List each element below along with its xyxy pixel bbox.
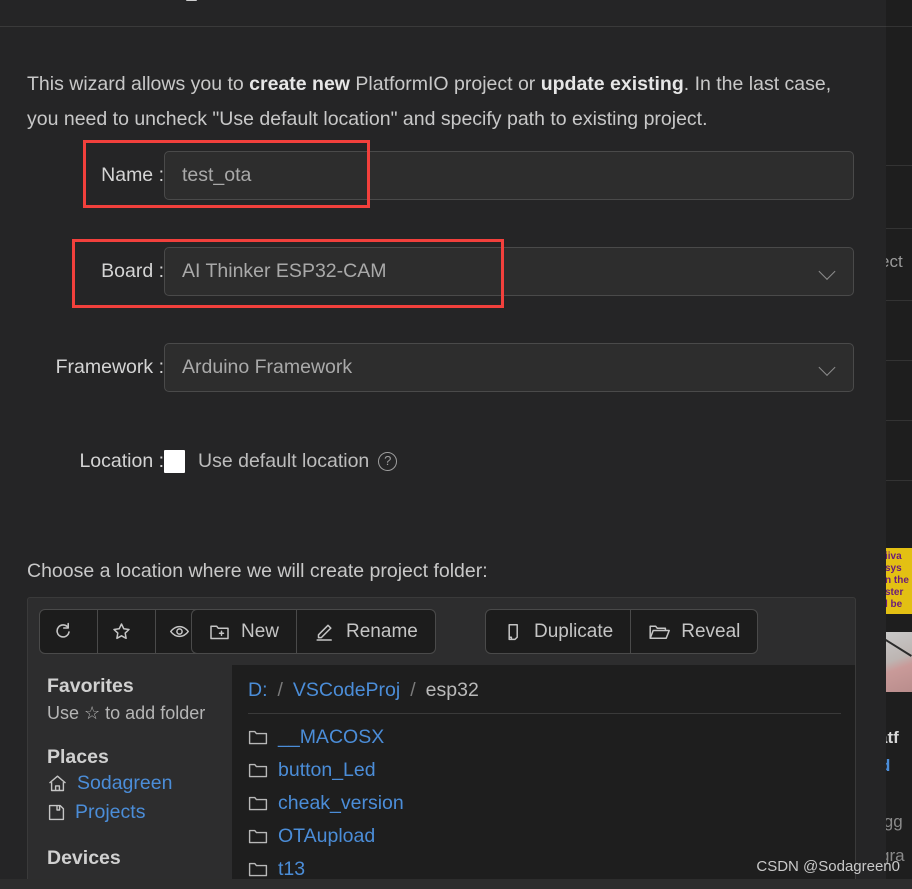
list-item-label: cheak_version (278, 792, 404, 814)
breadcrumb-item-drive[interactable]: D: (248, 679, 268, 702)
bg-divider (882, 165, 912, 166)
new-folder-button[interactable]: New (192, 610, 298, 653)
bg-warning-line: l be (885, 599, 903, 610)
bg-divider (882, 480, 912, 481)
rename-button[interactable]: Rename (297, 610, 435, 653)
framework-label: Framework : (55, 356, 164, 378)
new-label: New (241, 620, 280, 642)
bg-warning-line: iiva (885, 551, 902, 562)
board-select[interactable]: AI Thinker ESP32-CAM (164, 247, 854, 296)
breadcrumb-separator: / (277, 679, 283, 701)
bg-divider (882, 360, 912, 361)
list-item-label: t13 (278, 858, 306, 880)
breadcrumb: D: / VSCodeProj / esp32 (232, 665, 855, 702)
file-browser-sidebar: Favorites Use ☆ to add folder Places Sod… (28, 665, 232, 889)
location-label: Location : (79, 450, 164, 472)
list-item-label: OTAupload (278, 825, 376, 847)
screenshot-root: ect iiva sys n the ster l be atf d igg g… (0, 0, 912, 889)
reveal-label: Reveal (681, 620, 741, 642)
list-item-label: __MACOSX (278, 726, 385, 748)
list-item[interactable]: cheak_version (232, 787, 855, 820)
board-row: Board : AI Thinker ESP32-CAM (0, 247, 856, 296)
list-item-label: button_Led (278, 759, 376, 781)
board-select-value: AI Thinker ESP32-CAM (182, 260, 387, 282)
name-input-value: test_ota (182, 164, 252, 186)
intro-bold-update-existing: update existing (540, 73, 684, 95)
duplicate-label: Duplicate (534, 620, 614, 642)
sidebar-item-label: Sodagreen (77, 772, 173, 794)
use-default-location-label: Use default location (198, 450, 370, 472)
toolbar-create-group: New Rename (191, 609, 436, 654)
wizard-description: This wizard allows you to create new Pla… (27, 67, 847, 137)
sidebar-item-sodagreen[interactable]: Sodagreen (28, 769, 232, 798)
framework-select-value: Arduino Framework (182, 356, 353, 378)
favorites-title: Favorites (47, 675, 134, 697)
name-input[interactable]: test_ota (164, 151, 854, 200)
list-item[interactable]: OTAupload (232, 820, 855, 853)
location-row: Location : Use default location ? (0, 450, 856, 473)
board-label: Board : (101, 260, 164, 282)
background-page-strip: ect iiva sys n the ster l be atf d igg g… (882, 0, 912, 889)
bg-divider (882, 420, 912, 421)
intro-part2: PlatformIO project or (349, 73, 541, 95)
use-default-location-checkbox[interactable] (164, 450, 185, 473)
favorites-hint: Use ☆ to add folder (47, 703, 206, 723)
bg-warning-box: iiva sys n the ster l be (884, 548, 912, 614)
watermark: CSDN @Sodagreen0 (756, 858, 900, 875)
reveal-button[interactable]: Reveal (631, 610, 757, 653)
intro-part1: This wizard allows you to (27, 73, 250, 95)
devices-title: Devices (47, 847, 121, 869)
bg-divider (882, 300, 912, 301)
framework-select[interactable]: Arduino Framework (164, 343, 854, 392)
window-top-bar (0, 0, 886, 27)
name-label: Name : (101, 164, 164, 186)
file-browser-content: D: / VSCodeProj / esp32 __MACOSX button_… (232, 665, 855, 889)
file-browser: New Rename Duplicate Reveal Favorites Us… (27, 597, 856, 889)
bg-divider (882, 26, 912, 27)
rename-label: Rename (346, 620, 418, 642)
file-browser-toolbar: New Rename Duplicate Reveal (28, 598, 855, 665)
sidebar-item-projects[interactable]: Projects (28, 798, 232, 827)
chevron-down-icon (820, 264, 835, 279)
framework-row: Framework : Arduino Framework (0, 343, 856, 392)
bg-warning-line: ster (885, 587, 904, 598)
breadcrumb-item-vscodeproj[interactable]: VSCodeProj (293, 679, 400, 702)
sidebar-item-label: Projects (75, 801, 146, 823)
list-item[interactable]: __MACOSX (232, 721, 855, 754)
bg-photo-line (882, 637, 912, 657)
refresh-button[interactable] (40, 610, 98, 653)
bg-warning-line: n the (885, 575, 909, 586)
list-item[interactable]: button_Led (232, 754, 855, 787)
toolbar-file-group: Duplicate Reveal (485, 609, 759, 654)
intro-bold-create-new: create new (249, 73, 350, 95)
bg-photo-thumbnail (882, 632, 912, 692)
breadcrumb-separator: / (410, 679, 416, 701)
bg-warning-line: sys (885, 563, 902, 574)
toolbar-icon-group (39, 609, 214, 654)
choose-location-text: Choose a location where we will create p… (27, 560, 488, 582)
project-wizard-panel: This wizard allows you to create new Pla… (0, 27, 886, 889)
window-tab-nub (186, 0, 197, 1)
bottom-strip (0, 879, 912, 889)
breadcrumb-item-esp32[interactable]: esp32 (426, 679, 479, 702)
help-icon[interactable]: ? (378, 452, 398, 471)
favorite-star-button[interactable] (98, 610, 156, 653)
bg-divider (882, 228, 912, 229)
chevron-down-icon (820, 360, 835, 375)
name-row: Name : test_ota (0, 151, 856, 200)
places-title: Places (47, 746, 109, 768)
duplicate-button[interactable]: Duplicate (486, 610, 632, 653)
